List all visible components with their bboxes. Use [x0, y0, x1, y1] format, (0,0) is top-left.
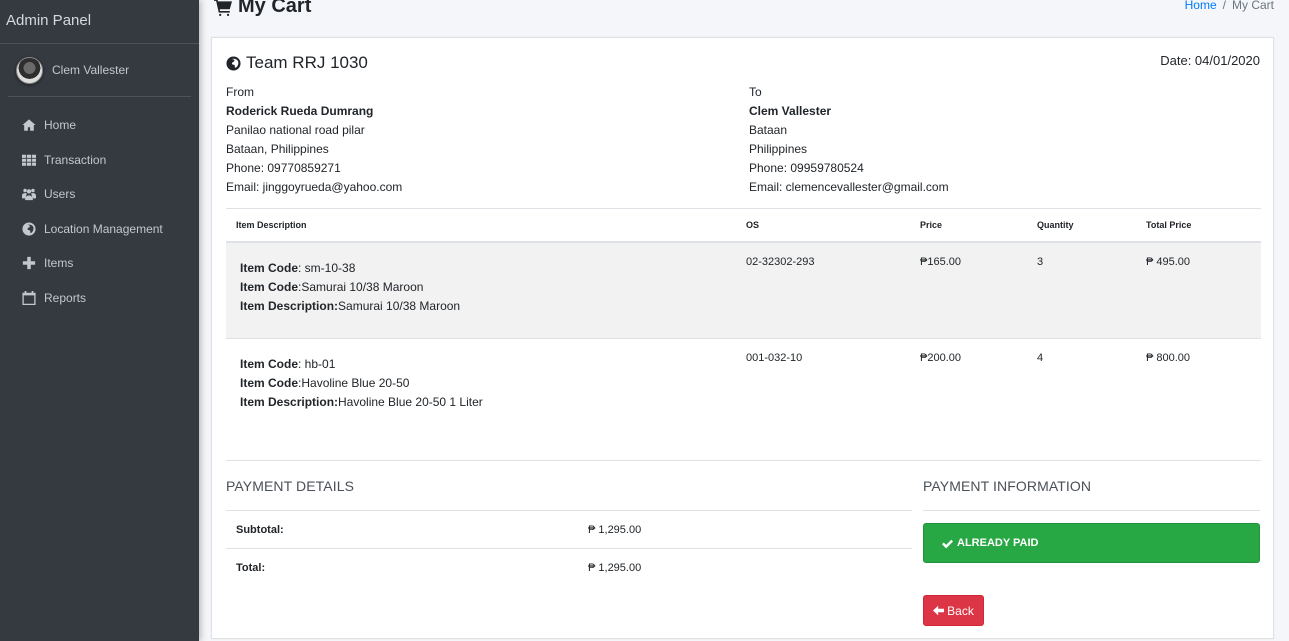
- from-email: Email: jinggoyrueda@yahoo.com: [226, 180, 403, 194]
- user-name[interactable]: Clem Vallester: [52, 63, 129, 77]
- item-code-value: : hb-01: [298, 357, 336, 371]
- grid-icon: [21, 153, 36, 167]
- payment-details-table: Subtotal: ₱ 1,295.00 Total: ₱ 1,295.00: [226, 510, 912, 587]
- item-os: 02-32302-293: [736, 241, 910, 339]
- table-row: Item Code: hb-01 Item Code:Havoline Blue…: [226, 338, 1261, 461]
- item-desc-value: Havoline Blue 20-50 1 Liter: [338, 395, 483, 409]
- sidebar-item-transaction[interactable]: Transaction: [0, 143, 199, 178]
- user-panel[interactable]: Clem Vallester: [8, 44, 191, 97]
- item-price: ₱165.00: [910, 241, 1027, 339]
- back-button[interactable]: Back: [923, 595, 984, 626]
- sidebar-item-users[interactable]: Users: [0, 177, 199, 212]
- total-row: Total: ₱ 1,295.00: [226, 548, 912, 587]
- item-total: ₱ 800.00: [1136, 338, 1261, 461]
- column-header-quantity: Quantity: [1027, 208, 1136, 243]
- team-heading: Team RRJ 1030: [226, 53, 368, 73]
- subtotal-label: Subtotal:: [226, 510, 578, 549]
- items-table: Item Description OS Price Quantity Total…: [226, 208, 1261, 461]
- back-label: Back: [947, 603, 974, 618]
- to-label: To: [749, 85, 762, 99]
- to-email: Email: clemencevallester@gmail.com: [749, 180, 949, 194]
- plus-icon: [21, 256, 36, 270]
- breadcrumb-separator: /: [1222, 0, 1226, 12]
- from-line1: Panilao national road pilar: [226, 123, 365, 137]
- item-code-value: : sm-10-38: [298, 260, 356, 275]
- from-address: From Roderick Rueda Dumrang Panilao nati…: [226, 83, 402, 197]
- column-header-total-price: Total Price: [1136, 208, 1261, 243]
- items-header-row: Item Description OS Price Quantity Total…: [226, 208, 1261, 243]
- invoice-card: Team RRJ 1030 Date: 04/01/2020 From Rode…: [211, 37, 1274, 639]
- sidebar-item-label: Users: [44, 187, 76, 202]
- payment-information-title: PAYMENT INFORMATION: [923, 478, 1092, 494]
- sidebar-item-items[interactable]: Items: [0, 246, 199, 281]
- from-label: From: [226, 85, 254, 99]
- users-icon: [21, 187, 36, 201]
- item-description-cell: Item Code: hb-01 Item Code:Havoline Blue…: [226, 338, 736, 461]
- page-title-text: My Cart: [238, 0, 312, 17]
- payment-details-title: PAYMENT DETAILS: [226, 478, 355, 494]
- to-address: To Clem Vallester Bataan Philippines Pho…: [749, 83, 949, 197]
- from-line2: Bataan, Philippines: [226, 142, 329, 156]
- item-description-cell: Item Code: sm-10-38 Item Code:Samurai 10…: [226, 241, 736, 339]
- column-header-item-description: Item Description: [226, 208, 736, 243]
- check-icon: [942, 539, 953, 548]
- item-code-label: Item Code: [240, 260, 299, 275]
- sidebar: Admin Panel Clem Vallester Home Transact…: [0, 0, 199, 641]
- item-quantity: 4: [1027, 338, 1136, 461]
- total-label: Total:: [226, 548, 578, 587]
- item-name-label: Item Code: [240, 376, 299, 390]
- breadcrumb-home-link[interactable]: Home: [1185, 0, 1217, 12]
- to-name: Clem Vallester: [749, 104, 832, 118]
- home-icon: [21, 118, 36, 132]
- to-line1: Bataan: [749, 123, 788, 137]
- from-name: Roderick Rueda Dumrang: [226, 104, 374, 118]
- page-title: My Cart: [214, 0, 311, 18]
- globe-icon: [226, 55, 241, 71]
- breadcrumb: Home / My Cart: [1185, 0, 1274, 12]
- subtotal-row: Subtotal: ₱ 1,295.00: [226, 510, 912, 549]
- column-header-os: OS: [736, 208, 910, 243]
- item-name-value: :Samurai 10/38 Maroon: [298, 279, 424, 294]
- item-desc-label: Item Description:: [240, 298, 339, 313]
- cart-icon: [214, 0, 232, 16]
- avatar[interactable]: [16, 56, 43, 84]
- calendar-icon: [21, 290, 36, 305]
- breadcrumb-current: My Cart: [1232, 0, 1274, 12]
- item-name-label: Item Code: [240, 279, 299, 294]
- sidebar-item-label: Reports: [44, 290, 87, 305]
- globe-icon: [21, 222, 36, 236]
- item-os: 001-032-10: [736, 338, 910, 461]
- main-content: My Cart Home / My Cart Team RRJ 1030 Date:…: [199, 0, 1289, 641]
- sidebar-item-location-management[interactable]: Location Management: [0, 212, 199, 247]
- brand-title[interactable]: Admin Panel: [0, 0, 199, 44]
- sidebar-item-label: Location Management: [44, 221, 163, 236]
- sidebar-item-label: Transaction: [44, 152, 107, 167]
- invoice-date: Date: 04/01/2020: [1160, 53, 1260, 68]
- sidebar-item-label: Items: [44, 256, 74, 271]
- team-name: Team RRJ 1030: [246, 53, 368, 72]
- item-name-value: :Havoline Blue 20-50: [298, 376, 410, 390]
- sidebar-item-reports[interactable]: Reports: [0, 281, 199, 316]
- table-row: Item Code: sm-10-38 Item Code:Samurai 10…: [226, 241, 1261, 339]
- item-price: ₱200.00: [910, 338, 1027, 461]
- item-code-label: Item Code: [240, 357, 299, 371]
- arrow-left-icon: [933, 605, 945, 616]
- to-phone: Phone: 09959780524: [749, 161, 864, 175]
- from-phone: Phone: 09770859271: [226, 161, 341, 175]
- sidebar-nav: Home Transaction Users Location Manageme…: [0, 108, 199, 315]
- column-header-price: Price: [910, 208, 1027, 243]
- total-value: ₱ 1,295.00: [578, 548, 912, 587]
- already-paid-button[interactable]: ALREADY PAID: [923, 523, 1260, 563]
- item-total: ₱ 495.00: [1136, 241, 1261, 339]
- item-desc-label: Item Description:: [240, 395, 339, 409]
- to-line2: Philippines: [749, 142, 808, 156]
- already-paid-label: ALREADY PAID: [957, 537, 1039, 549]
- divider: [923, 510, 1260, 511]
- sidebar-item-home[interactable]: Home: [0, 108, 199, 143]
- item-quantity: 3: [1027, 241, 1136, 339]
- item-desc-value: Samurai 10/38 Maroon: [338, 298, 461, 313]
- sidebar-item-label: Home: [44, 118, 77, 133]
- subtotal-value: ₱ 1,295.00: [578, 510, 912, 549]
